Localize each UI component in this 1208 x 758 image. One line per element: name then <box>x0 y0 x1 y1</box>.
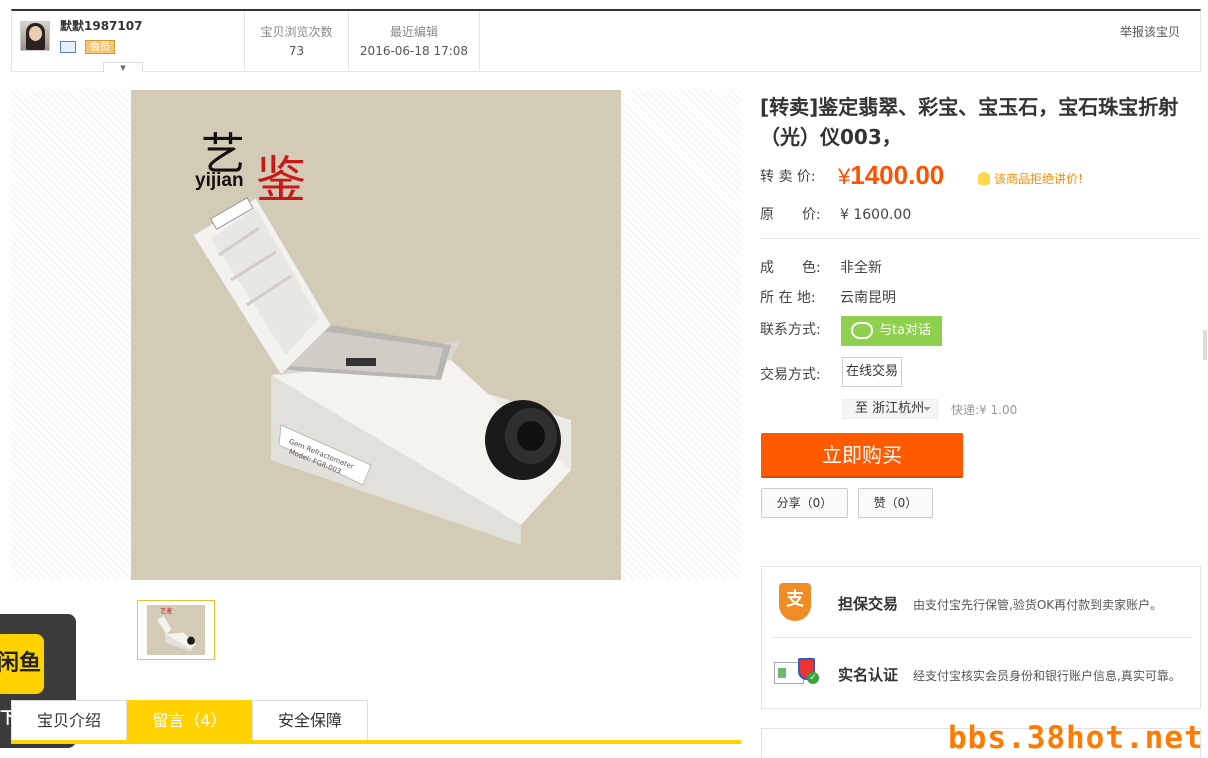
product-photo[interactable]: Gem Refractometer Model: FGR-003 艺 鉴 yij… <box>131 90 621 580</box>
site-watermark: bbs.38hot.net <box>948 720 1204 756</box>
condition-label: 成 色: <box>760 260 821 276</box>
no-bargain-text: 该商品拒绝讲价! <box>994 172 1083 186</box>
id-badge-icon <box>60 41 76 53</box>
alipay-shield-icon: 支 <box>779 583 811 621</box>
destination-value: 至 浙江杭州 <box>855 401 925 416</box>
svg-text:艺鉴: 艺鉴 <box>160 607 172 615</box>
product-title: [转卖]鉴定翡翠、彩宝、宝玉石，宝石珠宝折射（光）仪003， <box>760 95 1179 149</box>
original-price-label: 原 价: <box>760 207 821 223</box>
resale-price-label: 转 卖 价: <box>760 169 816 185</box>
location-value: 云南昆明 <box>840 290 896 306</box>
logo-character-jian: 鉴 <box>256 151 306 209</box>
buy-now-button[interactable]: 立即购买 <box>761 433 963 478</box>
original-price-value: ¥ 1600.00 <box>840 207 912 223</box>
resale-price: ¥1400.00 <box>838 160 944 191</box>
seller-bar: 默默1987107 会员 ▼ 宝贝浏览次数 73 最近编辑 2016-06-18… <box>11 9 1201 72</box>
resale-price-value: 1400.00 <box>850 160 945 190</box>
currency-symbol: ¥ <box>838 164 851 189</box>
realname-desc: 经支付宝核实会员身份和银行账户信息,真实可靠。 <box>913 669 1181 683</box>
escrow-title: 担保交易 <box>838 595 899 613</box>
guarantee-panel: 支 担保交易 由支付宝先行保管,验货OK再付款到卖家账户。 ✓ 实名认证 经支付… <box>761 566 1201 709</box>
edited-label: 最近编辑 <box>389 25 438 39</box>
original-price-row: 原 价: ¥ 1600.00 <box>760 204 911 224</box>
realname-guarantee: ✓ 实名认证 经支付宝核实会员身份和银行账户信息,真实可靠。 <box>762 638 1200 708</box>
expand-chevron-icon[interactable]: ▼ <box>103 62 143 72</box>
product-image-area: Gem Refractometer Model: FGR-003 艺 鉴 yij… <box>11 90 741 580</box>
location-label: 所 在 地: <box>760 290 816 306</box>
views-label: 宝贝浏览次数 <box>260 25 333 39</box>
logo-english: yijian <box>195 170 244 191</box>
chat-bubble-icon <box>851 322 873 339</box>
escrow-guarantee: 支 担保交易 由支付宝先行保管,验货OK再付款到卖家账户。 <box>762 567 1200 637</box>
detail-tabs: 宝贝介绍 留言（4） 安全保障 <box>11 700 741 744</box>
edited-stat: 最近编辑 2016-06-18 17:08 <box>348 11 480 70</box>
chat-button-label: 与ta对话 <box>879 323 932 338</box>
seller-username[interactable]: 默默1987107 <box>60 17 142 34</box>
destination-select[interactable]: 至 浙江杭州 <box>842 399 938 419</box>
report-link[interactable]: 举报该宝贝 <box>1120 23 1180 40</box>
share-button[interactable]: 分享（0） <box>761 488 848 518</box>
seller-avatar[interactable] <box>20 21 50 51</box>
product-thumbnail[interactable]: 艺鉴 <box>137 600 215 660</box>
contact-label: 联系方式: <box>760 322 821 338</box>
condition-value: 非全新 <box>840 260 882 276</box>
edited-value: 2016-06-18 17:08 <box>359 44 469 58</box>
info-divider <box>760 238 1201 239</box>
tab-security[interactable]: 安全保障 <box>252 700 368 740</box>
member-badge: 会员 <box>85 40 115 54</box>
chevron-down-icon <box>923 407 931 411</box>
lightbulb-icon <box>978 172 990 185</box>
tab-messages[interactable]: 留言（4） <box>127 700 252 740</box>
tab-product-intro[interactable]: 宝贝介绍 <box>11 700 127 740</box>
online-trade-option[interactable]: 在线交易 <box>842 357 902 387</box>
condition-row: 成 色: 非全新 <box>760 257 882 277</box>
views-stat: 宝贝浏览次数 73 <box>244 11 348 70</box>
no-bargain-tip: 该商品拒绝讲价! <box>978 170 1083 187</box>
location-row: 所 在 地: 云南昆明 <box>760 287 896 307</box>
chat-with-seller-button[interactable]: 与ta对话 <box>841 316 942 346</box>
scrollbar[interactable] <box>1203 330 1207 360</box>
trade-method-label: 交易方式: <box>760 367 821 383</box>
id-verified-icon: ✓ <box>774 658 819 686</box>
shipping-fee: 快递:¥ 1.00 <box>951 403 1018 417</box>
views-value: 73 <box>288 44 305 58</box>
escrow-desc: 由支付宝先行保管,验货OK再付款到卖家账户。 <box>913 598 1163 612</box>
realname-title: 实名认证 <box>838 666 899 684</box>
xianyu-app-icon: 闲鱼 <box>0 634 44 694</box>
like-button[interactable]: 赞（0） <box>858 488 933 518</box>
